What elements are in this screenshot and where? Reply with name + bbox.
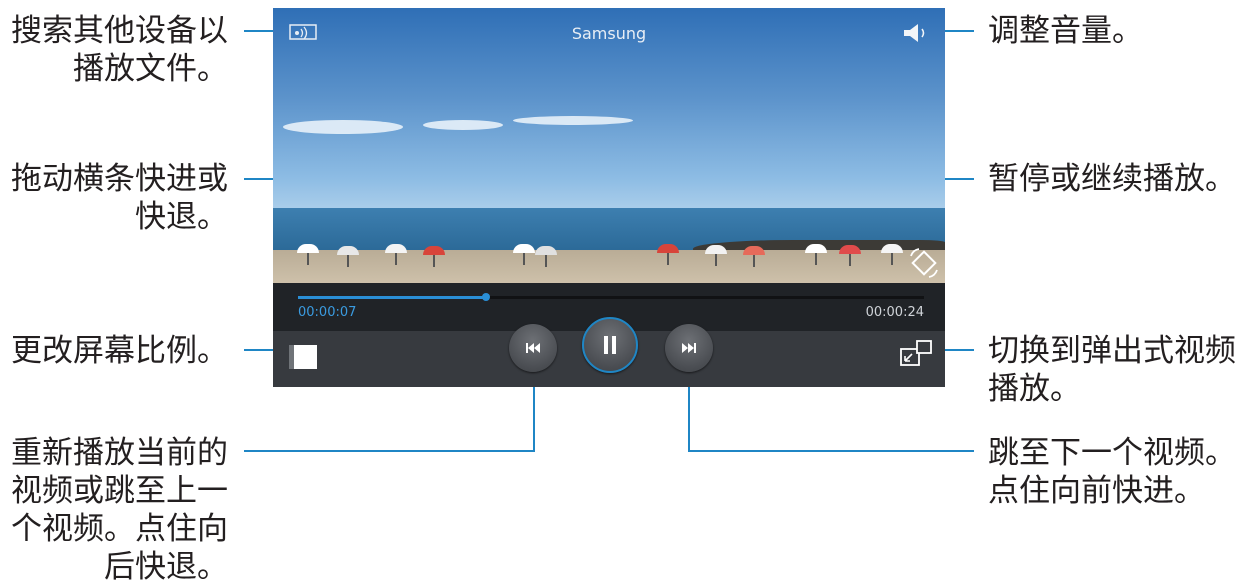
callout-next: 跳至下一个视频。 点住向前快进。 <box>988 435 1236 509</box>
leader-prev-h <box>244 450 534 452</box>
callout-volume: 调整音量。 <box>988 13 1143 49</box>
callout-prev: 重新播放当前的 视频或跳至上一 个视频。点住向 后快退。 <box>11 435 228 585</box>
rewind-icon <box>526 343 540 353</box>
callout-popup: 切换到弹出式视频 播放。 <box>988 333 1236 407</box>
previous-button[interactable] <box>509 324 557 372</box>
time-elapsed: 00:00:07 <box>298 305 357 320</box>
callout-seek: 拖动横条快进或 快退。 <box>11 161 228 235</box>
popup-player-icon[interactable] <box>899 339 933 369</box>
screen-ratio-icon[interactable] <box>287 343 319 371</box>
video-title: Samsung <box>571 24 647 43</box>
rotate-icon[interactable] <box>907 246 941 280</box>
seek-bar-handle[interactable] <box>481 293 490 301</box>
callout-pause: 暂停或继续播放。 <box>988 161 1236 197</box>
callout-ratio: 更改屏幕比例。 <box>11 333 228 369</box>
seek-bar[interactable] <box>298 293 924 301</box>
volume-icon[interactable] <box>901 22 933 44</box>
seek-bar-fill <box>298 296 486 299</box>
callout-allshare: 搜索其他设备以 播放文件。 <box>11 13 228 87</box>
time-total: 00:00:24 <box>865 305 924 320</box>
video-player[interactable]: Samsung 00:00:07 00:00:24 <box>273 8 945 387</box>
leader-next-h <box>688 450 974 452</box>
control-panel: 00:00:07 00:00:24 <box>273 283 945 387</box>
pause-button[interactable] <box>582 317 638 373</box>
allshare-icon[interactable] <box>289 24 317 40</box>
fast-forward-icon <box>682 343 696 353</box>
pause-icon <box>604 336 616 354</box>
next-button[interactable] <box>665 324 713 372</box>
